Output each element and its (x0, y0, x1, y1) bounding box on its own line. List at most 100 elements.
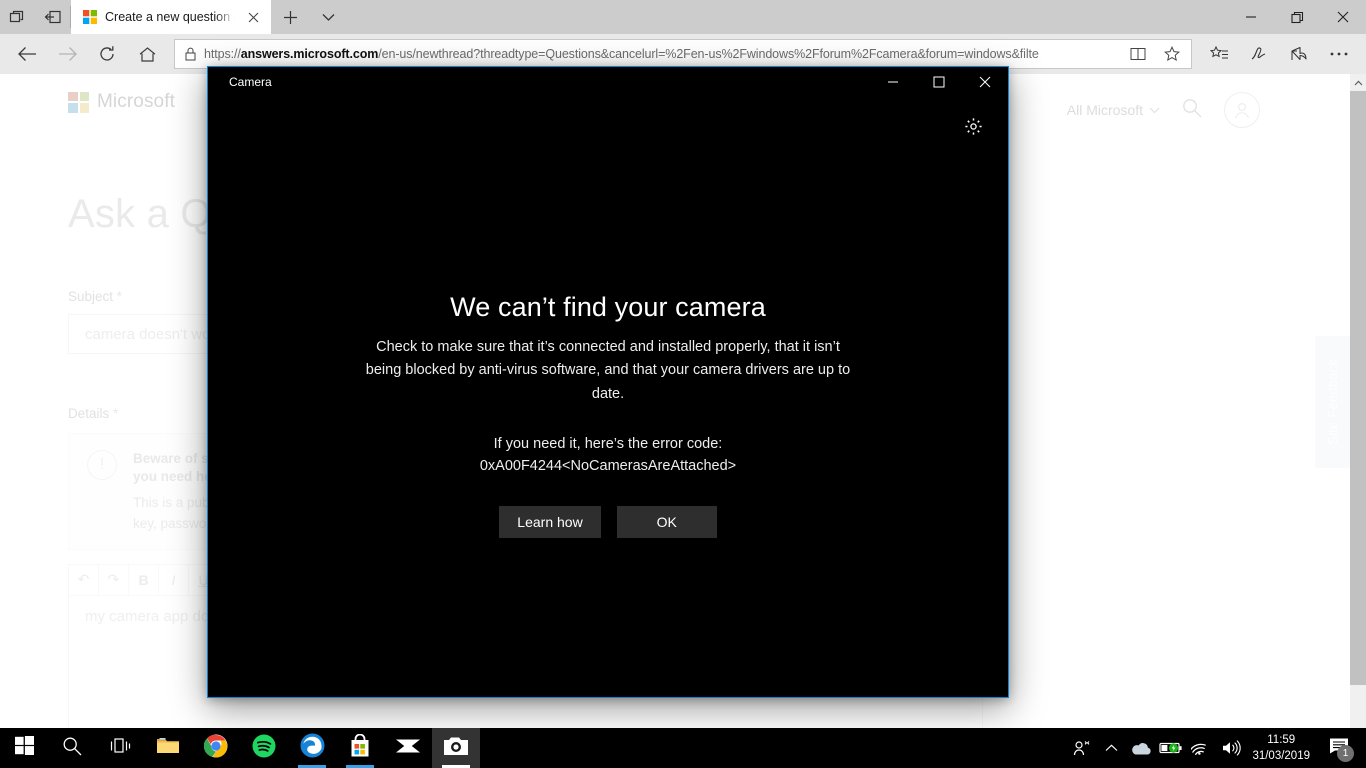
clock-date: 31/03/2019 (1252, 750, 1310, 762)
taskbar: 11:59 31/03/2019 1 (0, 728, 1366, 768)
required-marker: * (116, 289, 123, 304)
chrome-button[interactable] (192, 728, 240, 768)
microsoft-store-icon (349, 733, 371, 762)
microsoft-favicon (83, 10, 97, 24)
chevron-up-icon[interactable] (1096, 728, 1126, 768)
required-marker: * (113, 406, 119, 421)
browser-tab[interactable]: Create a new question c (71, 0, 271, 34)
set-aside-tabs-icon[interactable] (35, 0, 70, 34)
chrome-icon (203, 734, 228, 763)
error-heading: We can’t find your camera (450, 292, 766, 322)
spotify-button[interactable] (240, 728, 288, 768)
start-button[interactable] (0, 728, 48, 768)
bold-button[interactable]: B (129, 564, 159, 595)
onedrive-cloud-icon[interactable] (1126, 728, 1156, 768)
tab-strip: Create a new question c (0, 0, 1366, 34)
camera-title-bar[interactable]: Camera (208, 67, 1008, 97)
home-icon[interactable] (128, 38, 166, 70)
people-icon[interactable] (1066, 728, 1096, 768)
tab-preview-icon[interactable] (0, 0, 35, 34)
search-icon[interactable] (1182, 98, 1202, 123)
edge-button[interactable] (288, 728, 336, 768)
exclamation-circle-icon: ! (87, 450, 117, 480)
notification-count-badge: 1 (1337, 745, 1354, 762)
new-tab-button[interactable] (271, 0, 309, 34)
minimize-icon[interactable] (1228, 0, 1274, 34)
close-icon[interactable] (962, 67, 1008, 97)
web-notes-pen-icon[interactable] (1240, 38, 1278, 70)
redo-button[interactable]: ↷ (99, 564, 129, 595)
account-avatar-icon[interactable] (1224, 92, 1260, 128)
ok-button[interactable]: OK (616, 505, 717, 538)
microsoft-logo[interactable]: Microsoft (68, 91, 175, 113)
maximize-icon[interactable] (916, 67, 962, 97)
edge-icon (300, 733, 325, 763)
star-icon[interactable] (1159, 41, 1185, 67)
error-code-intro: If you need it, here’s the error code: (493, 436, 723, 453)
settings-ellipsis-icon[interactable] (1320, 38, 1358, 70)
details-editor-value: my camera app doe (85, 607, 218, 625)
task-view-icon (110, 737, 131, 760)
mail-button[interactable] (384, 728, 432, 768)
camera-app-window: Camera We can’t find your camera Check t… (207, 66, 1009, 698)
screen: Create a new question c https://answers.… (0, 0, 1366, 768)
file-explorer-button[interactable] (144, 728, 192, 768)
error-body-text: Check to make sure that it’s connected a… (365, 339, 851, 402)
window-controls (1228, 0, 1366, 34)
reading-view-icon[interactable] (1125, 41, 1151, 67)
camera-error-panel: We can’t find your camera Check to make … (208, 97, 1008, 697)
page-scrollbar[interactable] (1350, 74, 1366, 728)
microsoft-wordmark: Microsoft (97, 91, 175, 112)
tab-close-icon[interactable] (243, 7, 263, 27)
camera-icon (443, 736, 469, 761)
refresh-icon[interactable] (88, 38, 126, 70)
file-explorer-icon (156, 736, 180, 761)
site-feedback-tab[interactable]: Site Feedback (1315, 336, 1350, 468)
error-code-value: 0xA00F4244<NoCamerasAreAttached> (479, 458, 737, 475)
back-arrow-icon[interactable] (8, 38, 46, 70)
error-code-block: If you need it, here’s the error code: 0… (480, 433, 736, 477)
system-tray: 11:59 31/03/2019 1 (1066, 728, 1366, 768)
chevron-down-icon[interactable] (309, 0, 347, 34)
search-icon (62, 736, 82, 761)
restore-icon[interactable] (1274, 0, 1320, 34)
all-microsoft-dropdown[interactable]: All Microsoft (1067, 102, 1160, 118)
clock[interactable]: 11:59 31/03/2019 (1246, 732, 1320, 765)
chevron-down-icon (1149, 107, 1160, 113)
windows-logo-icon (14, 736, 34, 760)
scroll-up-arrow-icon[interactable] (1350, 74, 1366, 91)
volume-icon[interactable] (1216, 728, 1246, 768)
site-header-right: All Microsoft (1067, 92, 1260, 128)
favorites-list-icon[interactable] (1200, 38, 1238, 70)
spotify-icon (252, 734, 276, 763)
microsoft-logo-icon (68, 91, 89, 113)
search-button[interactable] (48, 728, 96, 768)
site-feedback-label: Site Feedback (1325, 359, 1340, 445)
tab-title: Create a new question c (105, 10, 235, 24)
task-view-button[interactable] (96, 728, 144, 768)
close-icon[interactable] (1320, 0, 1366, 34)
microsoft-store-button[interactable] (336, 728, 384, 768)
all-microsoft-label: All Microsoft (1066, 102, 1143, 118)
tab-strip-empty-area (347, 0, 1228, 34)
camera-button[interactable] (432, 728, 480, 768)
subject-input-value: camera doesn't wor (85, 325, 216, 343)
clock-time: 11:59 (1267, 733, 1296, 746)
camera-dialog-actions: Learn how OK (499, 505, 717, 538)
scrollbar-thumb[interactable] (1350, 91, 1366, 685)
camera-window-title: Camera (229, 75, 272, 89)
italic-button[interactable]: I (159, 564, 189, 595)
address-bar[interactable]: https://answers.microsoft.com/en-us/newt… (174, 39, 1192, 69)
taskbar-empty-area (480, 728, 1066, 768)
forward-arrow-icon[interactable] (48, 38, 86, 70)
minimize-icon[interactable] (870, 67, 916, 97)
learn-how-button[interactable]: Learn how (499, 505, 601, 538)
url-text: https://answers.microsoft.com/en-us/newt… (204, 47, 1039, 61)
battery-charging-icon[interactable] (1156, 728, 1186, 768)
lock-icon (185, 47, 196, 61)
mail-icon (395, 736, 421, 760)
undo-button[interactable]: ↶ (69, 564, 99, 595)
wifi-icon[interactable] (1186, 728, 1216, 768)
action-center-button[interactable]: 1 (1320, 728, 1358, 768)
share-icon[interactable] (1280, 38, 1318, 70)
